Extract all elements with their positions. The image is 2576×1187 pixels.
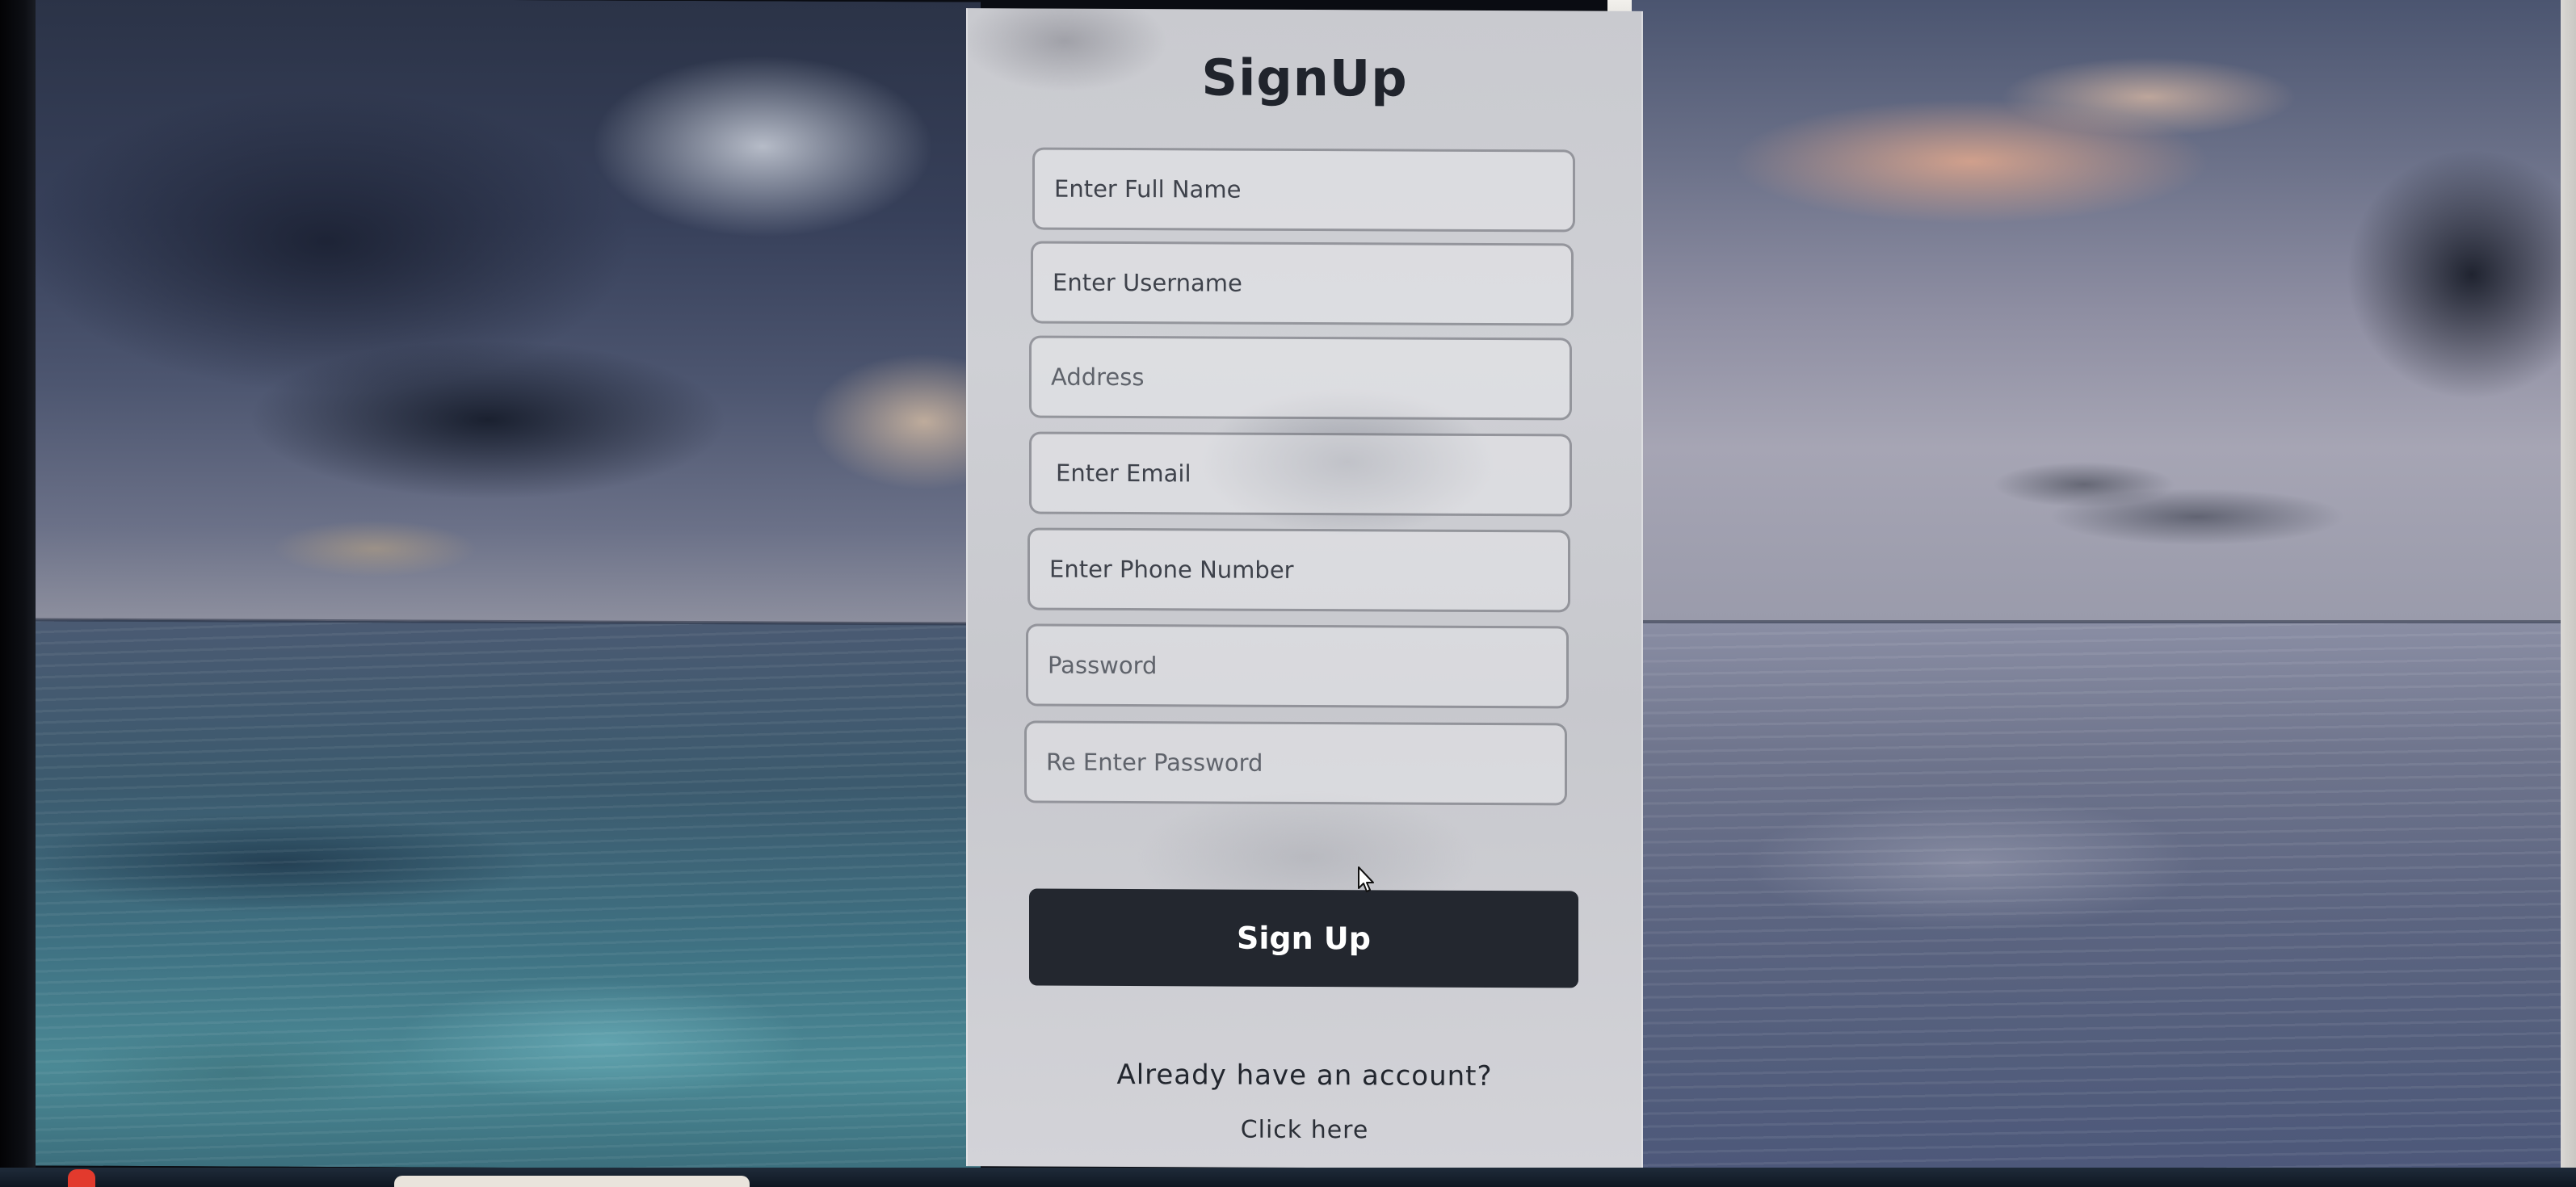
window-edge — [2561, 0, 2576, 1187]
sea-water — [36, 619, 981, 1170]
sign-up-button[interactable]: Sign Up — [1029, 888, 1578, 988]
calm-sea — [1632, 622, 2561, 1168]
phone-number-input[interactable] — [1027, 527, 1570, 613]
full-name-input[interactable] — [1032, 147, 1575, 233]
background-photo-right — [1632, 0, 2561, 1168]
taskbar-search-box[interactable] — [394, 1176, 750, 1187]
address-input[interactable] — [1029, 335, 1572, 421]
notification-badge-icon — [68, 1169, 95, 1187]
username-input[interactable] — [1031, 241, 1574, 326]
monitor-bezel — [0, 0, 36, 1187]
background-photo-left — [36, 0, 981, 1170]
horizon-line — [1632, 620, 2561, 623]
login-link[interactable]: Click here — [968, 1114, 1641, 1146]
login-prompt-text: Already have an account? — [1116, 1058, 1493, 1093]
stormy-sky — [36, 0, 981, 624]
password-input[interactable] — [1026, 623, 1569, 709]
taskbar — [0, 1168, 2576, 1187]
signup-form-card: SignUp Sign Up Already have an account? … — [966, 8, 1643, 1169]
form-title: SignUp — [1201, 48, 1408, 108]
re-enter-password-input[interactable] — [1024, 720, 1567, 806]
email-input[interactable] — [1029, 431, 1572, 517]
sunset-sky — [1632, 0, 2561, 622]
screen: SignUp Sign Up Already have an account? … — [0, 0, 2576, 1187]
mouse-pointer-icon — [1358, 866, 1374, 892]
